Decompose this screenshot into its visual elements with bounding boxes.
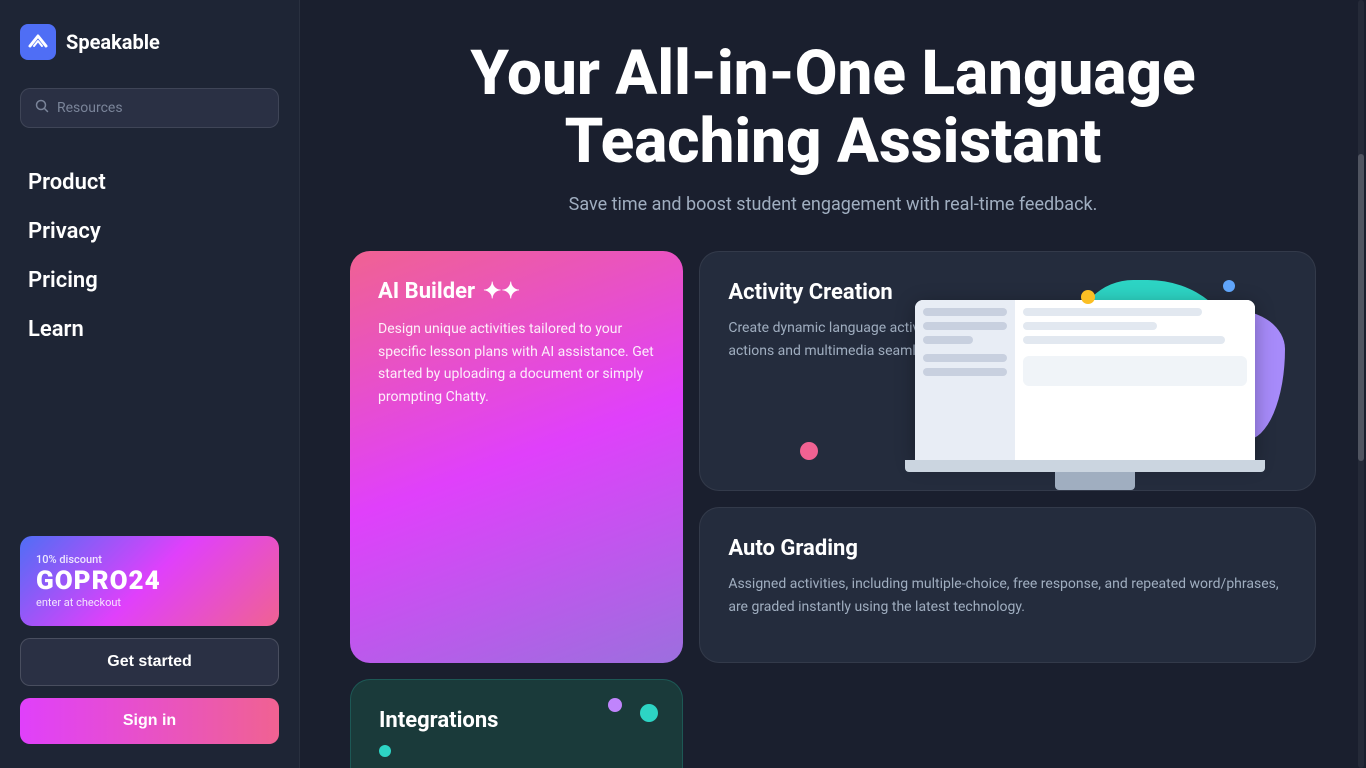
sidebar-bottom: 10% discount GOPRO24 enter at checkout G… — [20, 536, 279, 744]
feature-cards-grid: AI Builder ✦✦ Design unique activities t… — [350, 251, 1316, 768]
sidebar-item-learn[interactable]: Learn — [20, 307, 279, 352]
laptop-base — [905, 460, 1265, 472]
auto-grading-body: Assigned activities, including multiple-… — [728, 573, 1287, 618]
logo-text: Speakable — [66, 30, 160, 54]
main-content: Your All-in-One Language Teaching Assist… — [300, 0, 1366, 768]
promo-discount-text: 10% discount — [36, 553, 263, 566]
activity-creation-card: Activity Creation Create dynamic languag… — [699, 251, 1316, 491]
hero-subtitle: Save time and boost student engagement w… — [350, 194, 1316, 215]
speakable-logo-icon — [20, 24, 56, 60]
search-placeholder-text: Resources — [57, 100, 123, 116]
sidebar-nav: Product Privacy Pricing Learn — [20, 160, 279, 536]
ai-builder-description: Design unique activities tailored to you… — [378, 318, 655, 408]
sidebar: Speakable Resources Product Privacy Pric… — [0, 0, 300, 768]
sidebar-item-product[interactable]: Product — [20, 160, 279, 205]
activity-visual — [700, 270, 1315, 490]
integrations-card: Integrations Connect to your favorite to… — [350, 679, 683, 768]
scrollbar[interactable] — [1358, 0, 1364, 768]
promo-code-text: GOPRO24 — [36, 566, 263, 596]
dot-teal-small — [379, 745, 391, 757]
sidebar-item-pricing[interactable]: Pricing — [20, 258, 279, 303]
search-input-box[interactable]: Resources — [20, 88, 279, 128]
search-icon — [35, 99, 49, 117]
dot-pink — [800, 442, 818, 460]
ai-builder-card: AI Builder ✦✦ Design unique activities t… — [350, 251, 683, 663]
promo-banner: 10% discount GOPRO24 enter at checkout — [20, 536, 279, 626]
dot-teal-large — [640, 704, 658, 722]
laptop-mockup — [895, 290, 1295, 490]
sidebar-item-privacy[interactable]: Privacy — [20, 209, 279, 254]
get-started-button[interactable]: Get started — [20, 638, 279, 686]
auto-grading-title: Auto Grading — [728, 536, 1287, 561]
hero-section: Your All-in-One Language Teaching Assist… — [350, 40, 1316, 215]
sparkle-icon: ✦✦ — [483, 279, 520, 304]
laptop-stand — [1055, 472, 1135, 490]
sign-in-button[interactable]: Sign in — [20, 698, 279, 744]
auto-grading-card: Auto Grading Assigned activities, includ… — [699, 507, 1316, 663]
logo-area: Speakable — [20, 24, 279, 60]
laptop-sidebar-panel — [915, 300, 1015, 460]
ai-builder-title: AI Builder ✦✦ — [378, 279, 655, 304]
promo-sub-text: enter at checkout — [36, 596, 263, 609]
laptop-screen — [915, 300, 1255, 460]
laptop-content-panel — [1015, 300, 1255, 460]
hero-title: Your All-in-One Language Teaching Assist… — [350, 40, 1316, 176]
